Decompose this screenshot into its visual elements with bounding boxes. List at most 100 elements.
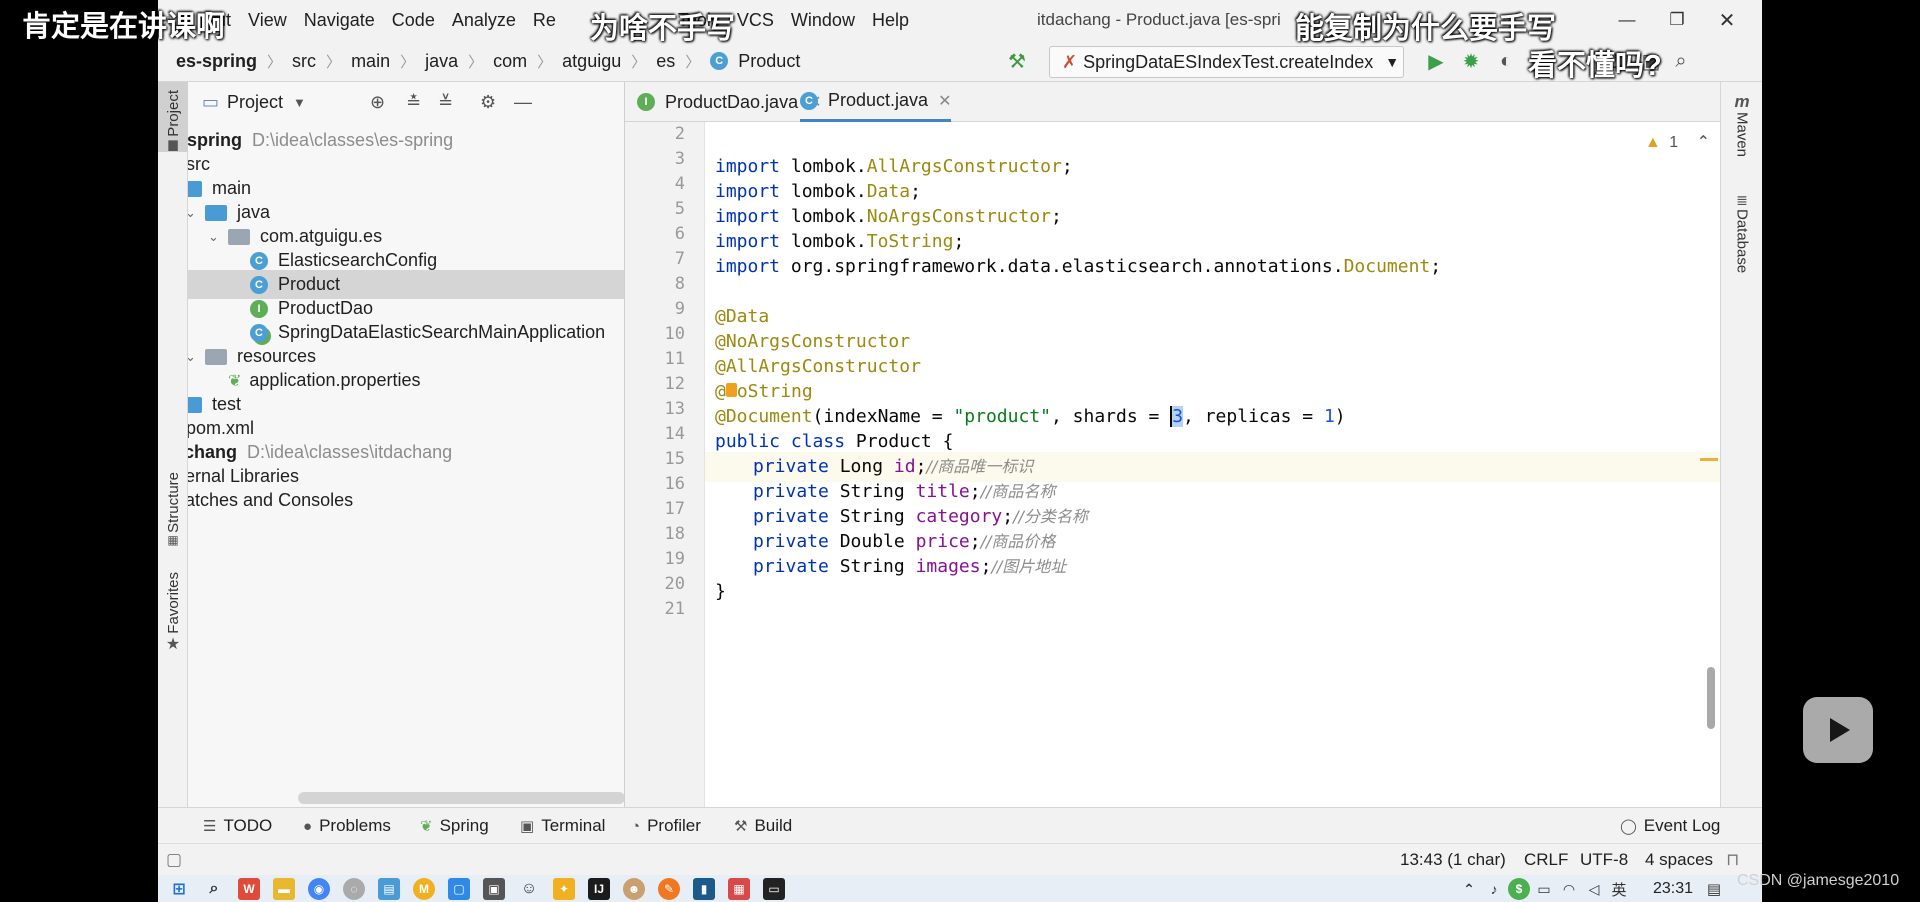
project-panel-title[interactable]: Project: [227, 92, 283, 113]
project-panel: ▭ Project ▼ ⊕ ≛ ≚ ⚙ — spring D:\idea\cla…: [188, 82, 625, 807]
crumb-main[interactable]: main: [351, 51, 390, 72]
chevron-down-icon[interactable]: ⌄: [188, 205, 205, 221]
debug-bug-icon[interactable]: ✹: [1458, 48, 1484, 74]
run-configuration-select[interactable]: ✗ SpringDataESIndexTest.createIndex ▼: [1049, 46, 1404, 78]
project-tool-tab[interactable]: Project ▆: [158, 82, 188, 152]
volume-icon[interactable]: ◁: [1583, 878, 1605, 900]
wps-icon[interactable]: W: [238, 878, 260, 900]
bilibili-play-icon[interactable]: [1803, 697, 1873, 763]
menu-analyze[interactable]: Analyze: [452, 10, 516, 31]
run-icon[interactable]: ▶: [1423, 48, 1449, 74]
gear-icon[interactable]: ⚙: [480, 92, 496, 113]
tree-item-label: chang: [188, 442, 238, 462]
toggle-tool-windows-icon[interactable]: ▢: [166, 844, 182, 876]
app-icon[interactable]: ▦: [728, 878, 750, 900]
chevron-down-icon[interactable]: ⌄: [208, 229, 228, 245]
search-everywhere-icon[interactable]: ⌕: [1668, 48, 1694, 74]
tab-product-active[interactable]: C Product.java ✕: [800, 82, 952, 122]
caret-position[interactable]: 13:43 (1 char): [1400, 844, 1506, 876]
locate-crosshair-icon[interactable]: ⊕: [370, 92, 385, 113]
crumb-java[interactable]: java: [425, 51, 458, 72]
menu-help[interactable]: Help: [872, 10, 909, 31]
play-icon: [1830, 718, 1850, 742]
menu-window[interactable]: Window: [791, 10, 855, 31]
semicolon: ;: [915, 456, 927, 477]
chevron-down-icon[interactable]: ▼: [293, 95, 306, 110]
problems-button[interactable]: ● Problems: [303, 808, 391, 844]
spring-button[interactable]: ❦ Spring: [420, 808, 489, 844]
semicolon: ;: [953, 231, 965, 252]
windows-start-icon[interactable]: ⊞: [168, 878, 190, 900]
structure-tool-tab[interactable]: Structure ▦: [158, 472, 188, 562]
intention-bulb-icon[interactable]: [725, 383, 737, 397]
tray-chevron-up-icon[interactable]: ⌃: [1458, 878, 1480, 900]
search-icon[interactable]: ⌕: [203, 878, 225, 900]
file-encoding[interactable]: UTF-8: [1580, 844, 1628, 876]
minimize-button[interactable]: —: [1602, 0, 1652, 40]
ime-indicator[interactable]: 英: [1608, 878, 1630, 900]
app-icon[interactable]: ▤: [378, 878, 400, 900]
battery-icon[interactable]: ▭: [1533, 878, 1555, 900]
app-icon[interactable]: M: [413, 878, 435, 900]
app-icon[interactable]: ▢: [448, 878, 470, 900]
menu-view[interactable]: View: [248, 10, 287, 31]
todo-label: TODO: [223, 816, 273, 835]
indent-setting[interactable]: 4 spaces: [1645, 844, 1713, 876]
restore-button[interactable]: ❐: [1652, 0, 1702, 40]
chevron-down-icon[interactable]: ⌄: [188, 349, 205, 365]
build-hammer-icon[interactable]: ⚒: [1004, 48, 1030, 74]
cmd-icon[interactable]: ▭: [763, 878, 785, 900]
line-number: 14: [664, 424, 685, 444]
crumb-product[interactable]: Product: [738, 51, 800, 72]
avatar[interactable]: ☻: [623, 878, 645, 900]
crumb-module[interactable]: es-spring: [176, 51, 257, 72]
coverage-icon[interactable]: ◐: [1493, 48, 1519, 74]
close-window-button[interactable]: ✕: [1702, 0, 1752, 40]
class-icon: C: [800, 91, 818, 110]
build-button[interactable]: ⚒ Build: [734, 808, 792, 844]
wifi-icon[interactable]: ◠: [1558, 878, 1580, 900]
taskbar-clock[interactable]: 23:31: [1653, 875, 1693, 902]
error-stripe-mark[interactable]: [1700, 458, 1718, 461]
menu-navigate[interactable]: Navigate: [304, 10, 375, 31]
collapse-all-icon[interactable]: ≚: [438, 92, 453, 113]
event-log-button[interactable]: ◯ Event Log: [1620, 808, 1720, 844]
chrome-icon[interactable]: ◉: [308, 878, 330, 900]
app-icon[interactable]: ◌: [343, 878, 365, 900]
close-tab-icon[interactable]: ✕: [938, 91, 951, 111]
crumb-src[interactable]: src: [292, 51, 316, 72]
tray-app-icon[interactable]: $: [1508, 878, 1530, 900]
hide-panel-icon[interactable]: —: [514, 92, 532, 113]
app-icon[interactable]: ✎: [658, 878, 680, 900]
tab-productdao[interactable]: I ProductDao.java ✕: [637, 82, 821, 122]
database-tool-tab[interactable]: ≣ Database: [1727, 192, 1757, 312]
favorites-tool-tab[interactable]: Favorites ★: [158, 572, 188, 662]
app-icon[interactable]: ▮: [693, 878, 715, 900]
menu-code[interactable]: Code: [392, 10, 435, 31]
app-icon[interactable]: ☺: [518, 878, 540, 900]
spring-class-icon: C: [250, 323, 268, 342]
expand-all-icon[interactable]: ≛: [406, 92, 421, 113]
crumb-es[interactable]: es: [656, 51, 675, 72]
terminal-button[interactable]: ▣ Terminal: [520, 808, 605, 844]
app-icon[interactable]: ▣: [483, 878, 505, 900]
microphone-icon[interactable]: ♪: [1483, 878, 1505, 900]
maven-tool-tab[interactable]: m Maven: [1727, 82, 1757, 172]
vertical-scrollbar[interactable]: [1707, 667, 1715, 729]
app-icon[interactable]: ✦: [553, 878, 575, 900]
code-area[interactable]: import lombok.AllArgsConstructor; import…: [715, 122, 1715, 807]
semicolon: ;: [1430, 256, 1442, 277]
horizontal-scrollbar[interactable]: [298, 792, 624, 804]
notification-icon[interactable]: ▤: [1703, 878, 1725, 900]
todo-button[interactable]: ☰ TODO: [203, 808, 272, 844]
profiler-button[interactable]: ◔ Profiler: [631, 808, 701, 844]
file-explorer-icon[interactable]: ▬: [273, 878, 295, 900]
crumb-atguigu[interactable]: atguigu: [562, 51, 621, 72]
menu-vcs[interactable]: VCS: [737, 10, 774, 31]
line-number: 8: [674, 274, 685, 294]
tree-item[interactable]: atches and Consoles: [188, 486, 624, 515]
intellij-icon[interactable]: IJ: [588, 878, 610, 900]
crumb-com[interactable]: com: [493, 51, 527, 72]
spring-leaf-icon: ❦: [420, 818, 433, 835]
line-separator[interactable]: CRLF: [1524, 844, 1568, 876]
